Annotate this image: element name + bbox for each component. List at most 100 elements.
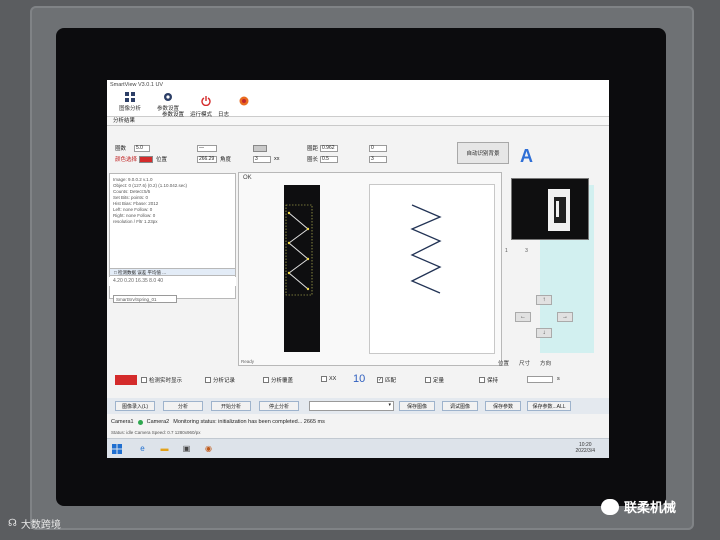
- checkbox-checked[interactable]: ✓: [377, 377, 383, 383]
- status-color-block: [115, 375, 137, 385]
- image-analysis-button[interactable]: 图像分析: [111, 89, 149, 115]
- interval-field[interactable]: [527, 376, 553, 383]
- checkbox[interactable]: [321, 376, 327, 382]
- image-input-button[interactable]: 图像录入(L): [115, 401, 155, 411]
- rv-label[interactable]: 位置: [498, 359, 509, 367]
- move-right-button[interactable]: →: [557, 312, 573, 322]
- field5: xx: [274, 156, 280, 162]
- save-image-button[interactable]: 保存图像: [399, 401, 435, 411]
- check-option[interactable]: 保持: [479, 376, 498, 384]
- check-option[interactable]: 定量: [425, 376, 444, 384]
- rv-label[interactable]: 方向: [540, 359, 551, 367]
- check-label: 检测实时显示: [149, 378, 183, 384]
- preview-numbers: 1 3: [505, 248, 528, 254]
- right-spring-image: [369, 184, 594, 354]
- field4[interactable]: 3: [253, 155, 271, 163]
- options-row: 检测实时显示 分析记录 分析覆盖 XX 10 ✓ 匹配 定量 保持 s: [107, 373, 609, 387]
- color-swatch[interactable]: [139, 155, 154, 163]
- status-line-2: Status: idle Camera Speed: 0.7 1280x960/…: [107, 428, 609, 437]
- power-icon: [201, 96, 211, 106]
- debug-image-button[interactable]: 调试图像: [442, 401, 478, 411]
- check-label: XX: [329, 376, 337, 382]
- right2-field[interactable]: 0.5: [320, 155, 339, 163]
- browser-icon[interactable]: e: [137, 443, 148, 454]
- right1-param: 圈距 0.962: [307, 144, 339, 152]
- watermark-right-text: 联柔机械: [624, 500, 677, 515]
- record-button[interactable]: [225, 89, 263, 115]
- analyze-button[interactable]: 分析: [163, 401, 203, 411]
- right4-field[interactable]: 3: [369, 155, 387, 163]
- save-params-button[interactable]: 保存参数: [485, 401, 521, 411]
- swatch2: [253, 144, 267, 152]
- save-all-button[interactable]: 保存参数...ALL: [527, 401, 571, 411]
- log-line: resolution / Fltr 1.23px: [113, 219, 158, 224]
- check-option[interactable]: 分析覆盖: [263, 376, 293, 384]
- preview-num: 1: [505, 248, 508, 254]
- smartview-icon[interactable]: ◉: [203, 443, 214, 454]
- app-icon[interactable]: ▣: [181, 443, 192, 454]
- right1-label: 圈距: [307, 146, 319, 152]
- image-view[interactable]: OK Ready: [238, 172, 594, 366]
- camera-preview[interactable]: [511, 178, 589, 240]
- checkbox[interactable]: [205, 377, 211, 383]
- wechat-icon: [601, 498, 619, 515]
- action-bar: 图像录入(L) 分析 开始分析 停止分析 ▾ 保存图像 调试图像 保存参数 保存…: [107, 398, 609, 414]
- field1[interactable]: —: [197, 144, 217, 152]
- windows-start-icon[interactable]: [111, 443, 122, 454]
- rv-label[interactable]: 尺寸: [519, 359, 530, 367]
- camera1-label: Camera1: [111, 419, 134, 425]
- stop-analysis-button[interactable]: 停止分析: [259, 401, 299, 411]
- log-values: 4.20 0.20 16.35 8.0 40: [109, 277, 236, 286]
- log-tabs[interactable]: □ 检测数据 误差 平均值 ...: [109, 268, 236, 276]
- check-label: 定量: [433, 378, 445, 384]
- checkbox[interactable]: [425, 377, 431, 383]
- color-label: 颜色选择: [115, 157, 138, 163]
- checkbox[interactable]: [263, 377, 269, 383]
- watermark-right: 联柔机械: [601, 497, 676, 516]
- check-option[interactable]: ✓ 匹配: [377, 376, 396, 384]
- right2-param: 圈长 0.5: [307, 155, 339, 163]
- pos-label: 位置: [156, 157, 168, 163]
- right1-field[interactable]: 0.962: [320, 144, 339, 152]
- grid-icon: [125, 92, 135, 102]
- checkbox[interactable]: [141, 377, 147, 383]
- start-analysis-button[interactable]: 开始分析: [211, 401, 251, 411]
- check-label: 分析覆盖: [271, 378, 294, 384]
- count-readout: 10: [353, 373, 366, 385]
- count-param: 圈数 5.0: [115, 144, 151, 152]
- section-tab[interactable]: 分析结果: [107, 117, 609, 126]
- right4-param: 3: [369, 155, 387, 163]
- checkbox[interactable]: [479, 377, 485, 383]
- auto-detect-bg-button[interactable]: 自动识别背景: [457, 142, 509, 164]
- move-left-button[interactable]: ←: [515, 312, 531, 322]
- toolbar: 图像分析 参数设置 参数设置 运行模式 日志: [107, 89, 609, 118]
- mode-letter: A: [520, 146, 533, 166]
- check-option[interactable]: 分析记录: [205, 376, 235, 384]
- field2[interactable]: 266.29: [197, 155, 217, 163]
- color-param: 颜色选择 位置: [115, 155, 169, 163]
- folder-icon[interactable]: ▬: [159, 443, 170, 454]
- angle-label: 角度: [220, 157, 232, 163]
- count-field[interactable]: 5.0: [134, 144, 151, 152]
- view-labels: 位置 尺寸 方向: [498, 359, 551, 367]
- field2-param: 266.29 角度: [197, 155, 233, 163]
- mode-select[interactable]: ▾: [309, 401, 394, 411]
- path-field[interactable]: SmartSrv/Spring_01: [113, 295, 177, 303]
- tab-params[interactable]: 参数设置: [162, 110, 184, 118]
- tab-log[interactable]: 日志: [218, 110, 229, 118]
- record-icon: [239, 96, 249, 106]
- taskbar: e ▬ ▣ ◉ 10:20 2022/3/4: [107, 438, 609, 458]
- move-up-button[interactable]: ↑: [536, 295, 552, 305]
- check-option[interactable]: 检测实时显示: [141, 376, 182, 384]
- field1-param: —: [197, 144, 217, 152]
- right3-field[interactable]: 0: [369, 144, 387, 152]
- status-message: Monitoring status: initialization has be…: [173, 419, 325, 425]
- status-line: Camera1 Camera2 Monitoring status: initi…: [107, 417, 609, 427]
- check-option[interactable]: XX: [321, 376, 336, 382]
- unit-label: s: [557, 376, 560, 382]
- right2-label: 圈长: [307, 157, 319, 163]
- tab-run-mode[interactable]: 运行模式: [190, 110, 212, 118]
- move-down-button[interactable]: ↓: [536, 328, 552, 338]
- grey-swatch[interactable]: [253, 144, 267, 152]
- field4-param: 3 xx: [253, 155, 282, 163]
